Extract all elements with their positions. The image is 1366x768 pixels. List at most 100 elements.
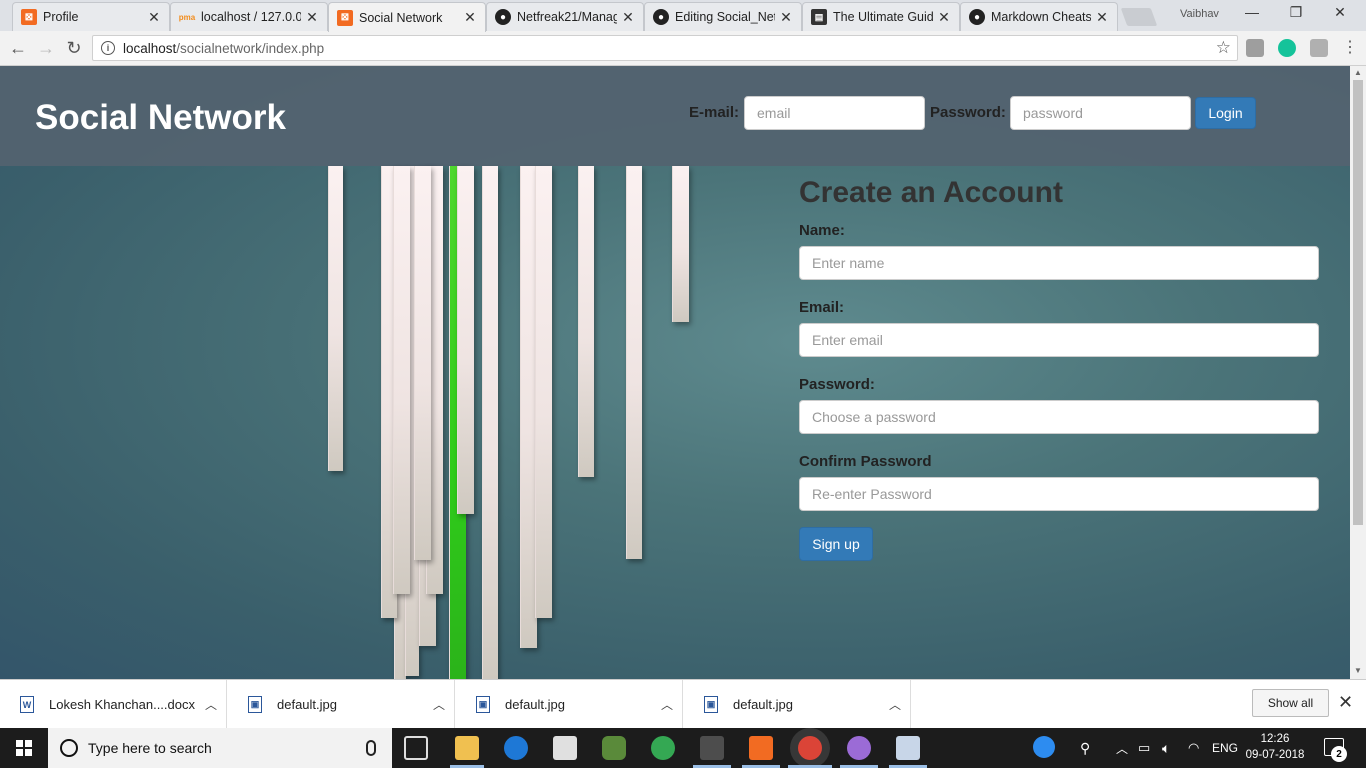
people-icon[interactable]: ⚲ — [1080, 728, 1090, 768]
confirm-password-input[interactable]: Re-enter Password — [799, 477, 1319, 511]
task-view-icon[interactable] — [404, 736, 428, 760]
wifi-icon[interactable]: ◠ — [1188, 728, 1199, 768]
browser-toolbar: ← → ↻ i localhost/socialnetwork/index.ph… — [0, 31, 1366, 66]
site-brand[interactable]: Social Network — [35, 98, 286, 138]
tab-title: localhost / 127.0.0 — [201, 10, 301, 24]
scroll-up-icon[interactable]: ▲ — [1350, 68, 1366, 77]
scroll-down-icon[interactable]: ▼ — [1350, 666, 1366, 675]
window-close-icon[interactable]: ✕ — [1318, 4, 1362, 21]
tab-title: Markdown Cheats — [991, 10, 1091, 24]
tab-github-manage[interactable]: ● Netfreak21/Manag ✕ — [486, 2, 644, 31]
github-desktop-icon[interactable] — [847, 736, 871, 760]
image-file-icon: ▣ — [476, 696, 490, 713]
close-icon[interactable]: ✕ — [937, 9, 951, 26]
login-password-label: Password: — [930, 104, 1006, 121]
camera-extension-icon[interactable] — [1246, 39, 1264, 57]
chevron-up-icon[interactable]: ︿ — [424, 696, 454, 713]
confirm-password-label: Confirm Password — [799, 453, 932, 470]
close-icon[interactable]: ✕ — [1095, 9, 1109, 26]
bookmark-star-icon[interactable]: ☆ — [1216, 38, 1231, 58]
site-header: Social Network E-mail: email Password: p… — [0, 66, 1350, 166]
extension-icon[interactable] — [1310, 39, 1328, 57]
tripadvisor-icon[interactable] — [651, 736, 675, 760]
close-icon[interactable]: ✕ — [305, 9, 319, 26]
url-text[interactable]: localhost/socialnetwork/index.php — [123, 41, 324, 56]
chevron-up-icon[interactable]: ︿ — [196, 696, 226, 713]
file-explorer-icon[interactable] — [455, 736, 479, 760]
scrollbar-thumb[interactable] — [1353, 80, 1363, 525]
reload-icon[interactable]: ↻ — [62, 37, 86, 59]
tab-phpmyadmin[interactable]: pma localhost / 127.0.0 ✕ — [170, 2, 328, 31]
tab-github-editing[interactable]: ● Editing Social_Net ✕ — [644, 2, 802, 31]
help-icon[interactable] — [1033, 736, 1055, 758]
volume-icon[interactable]: 🔈︎ — [1162, 728, 1170, 768]
restore-icon[interactable]: ❐ — [1274, 4, 1318, 21]
chevron-up-icon[interactable]: ︿ — [1116, 728, 1128, 768]
chevron-up-icon[interactable]: ︿ — [652, 696, 682, 713]
app-icon[interactable] — [896, 736, 920, 760]
evernote-icon[interactable] — [602, 736, 626, 760]
forward-arrow-icon[interactable]: → — [34, 37, 58, 59]
download-item[interactable]: W Lokesh Khanchan....docx ︿ — [0, 680, 227, 729]
edge-icon[interactable] — [504, 736, 528, 760]
login-password-input[interactable]: password — [1010, 96, 1191, 130]
image-file-icon: ▣ — [704, 696, 718, 713]
signup-button[interactable]: Sign up — [799, 527, 873, 561]
word-doc-icon: W — [20, 696, 34, 713]
xampp-icon: ⊠ — [21, 9, 37, 25]
tab-ultimate-guide[interactable]: ▤ The Ultimate Guide ✕ — [802, 2, 960, 31]
sublime-text-icon[interactable] — [700, 736, 724, 760]
address-bar[interactable]: i localhost/socialnetwork/index.php ☆ — [92, 35, 1238, 61]
close-icon[interactable]: ✕ — [621, 9, 635, 26]
profile-name[interactable]: Vaibhav — [1180, 8, 1219, 20]
download-filename: default.jpg — [277, 697, 337, 712]
chrome-icon[interactable] — [798, 736, 822, 760]
close-icon[interactable]: ✕ — [147, 9, 161, 26]
store-icon[interactable] — [553, 736, 577, 760]
close-icon[interactable]: ✕ — [463, 9, 477, 26]
notification-count-badge: 2 — [1331, 746, 1347, 762]
grammarly-icon[interactable] — [1278, 39, 1296, 57]
tab-title: The Ultimate Guide — [833, 10, 933, 24]
tab-markdown-cheatsheet[interactable]: ● Markdown Cheats ✕ — [960, 2, 1118, 31]
taskbar-search[interactable]: Type here to search — [48, 728, 392, 768]
start-button[interactable] — [0, 728, 48, 768]
email-input[interactable]: Enter email — [799, 323, 1319, 357]
close-icon[interactable]: ✕ — [1338, 692, 1353, 713]
back-arrow-icon[interactable]: ← — [6, 37, 30, 59]
download-item[interactable]: ▣ default.jpg ︿ — [684, 680, 911, 729]
language-indicator[interactable]: ENG — [1212, 728, 1238, 768]
taskbar-clock[interactable]: 12:26 09-07-2018 — [1244, 731, 1306, 763]
download-item[interactable]: ▣ default.jpg ︿ — [456, 680, 683, 729]
decor-bar — [393, 166, 410, 594]
chevron-up-icon[interactable]: ︿ — [880, 696, 910, 713]
name-input[interactable]: Enter name — [799, 246, 1319, 280]
microphone-icon[interactable] — [366, 740, 376, 756]
taskbar-search-placeholder: Type here to search — [88, 740, 212, 756]
show-all-button[interactable]: Show all — [1252, 689, 1329, 717]
download-item[interactable]: ▣ default.jpg ︿ — [228, 680, 455, 729]
page-viewport: Social Network E-mail: email Password: p… — [0, 66, 1350, 679]
browser-tab-strip: ⊠ Profile ✕ pma localhost / 127.0.0 ✕ ⊠ … — [0, 0, 1366, 32]
login-email-input[interactable]: email — [744, 96, 925, 130]
decor-bar — [482, 166, 498, 679]
login-button[interactable]: Login — [1195, 97, 1256, 129]
windows-logo-icon — [16, 740, 32, 756]
close-icon[interactable]: ✕ — [779, 9, 793, 26]
github-icon: ● — [653, 9, 669, 25]
email-label: Email: — [799, 299, 845, 316]
battery-icon[interactable]: ▭ — [1138, 728, 1150, 768]
page-scrollbar[interactable]: ▲ ▼ — [1350, 66, 1366, 679]
info-icon[interactable]: i — [101, 41, 115, 55]
minimize-icon[interactable]: — — [1230, 4, 1274, 20]
menu-dots-icon[interactable]: ⋮ — [1338, 37, 1362, 59]
password-input[interactable]: Choose a password — [799, 400, 1319, 434]
clock-time: 12:26 — [1260, 733, 1290, 745]
tab-profile[interactable]: ⊠ Profile ✕ — [12, 2, 170, 31]
new-tab-button[interactable] — [1120, 8, 1158, 26]
xampp-icon[interactable] — [749, 736, 773, 760]
clock-date: 09-07-2018 — [1245, 749, 1305, 761]
decor-bar — [414, 166, 431, 560]
cortana-icon — [60, 739, 78, 757]
tab-social-network[interactable]: ⊠ Social Network ✕ — [328, 2, 486, 32]
